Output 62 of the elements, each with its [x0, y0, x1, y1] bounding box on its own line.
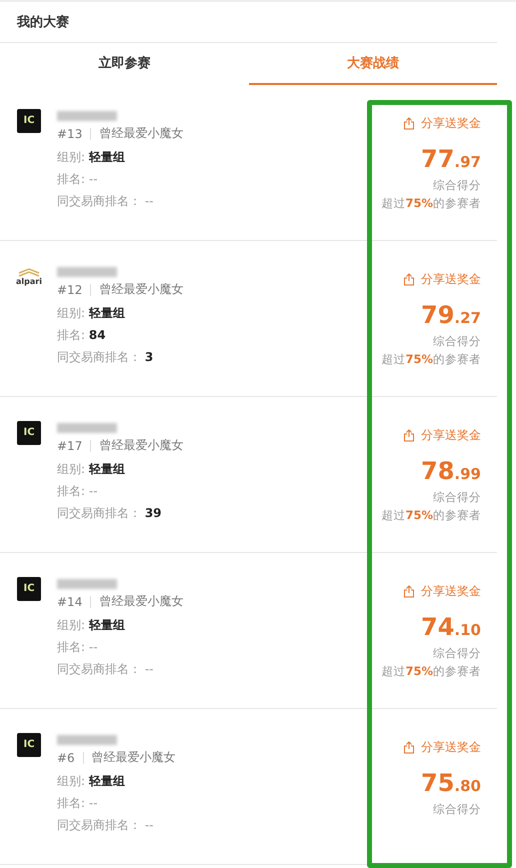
- tab[interactable]: 大赛战绩: [248, 43, 497, 85]
- redacted-name: [57, 579, 117, 589]
- rank-line: 排名: --: [57, 173, 99, 186]
- broker-logo: alpari: [17, 265, 41, 289]
- share-button[interactable]: 分享送奖金: [403, 115, 481, 132]
- broker-rank-line: 同交易商排名： 39: [57, 507, 163, 520]
- broker-rank-line: 同交易商排名： 3: [57, 351, 154, 364]
- percentile-text: 超过75%的参赛者: [381, 664, 481, 679]
- group-line: 组别: 轻量组: [57, 463, 126, 476]
- contest-rank: #6: [57, 750, 75, 764]
- broker-rank-line: 同交易商排名： --: [57, 195, 154, 208]
- share-button[interactable]: 分享送奖金: [403, 271, 481, 288]
- share-button[interactable]: 分享送奖金: [403, 427, 481, 444]
- section-title: 我的大赛: [17, 14, 69, 31]
- percentile-text: 超过75%的参赛者: [381, 508, 481, 523]
- score-label: 综合得分: [433, 802, 481, 817]
- broker-logo: IC: [17, 733, 41, 757]
- share-button[interactable]: 分享送奖金: [403, 583, 481, 600]
- contest-rank: #14: [57, 594, 82, 608]
- redacted-name: [57, 267, 117, 277]
- nickname: 曾经最爱小魔女: [99, 437, 184, 454]
- share-icon: [403, 273, 415, 286]
- share-icon: [403, 585, 415, 598]
- score: 79.27: [421, 302, 481, 331]
- redacted-name: [57, 735, 117, 745]
- score: 78.99: [421, 458, 481, 487]
- score-label: 综合得分: [433, 178, 481, 193]
- broker-logo: IC: [17, 577, 41, 601]
- share-icon: [403, 429, 415, 442]
- contest-rank: #17: [57, 438, 82, 452]
- broker-rank-line: 同交易商排名： --: [57, 663, 154, 676]
- score: 77.97: [421, 146, 481, 175]
- group-line: 组别: 轻量组: [57, 151, 126, 164]
- rank-line: 排名: --: [57, 641, 99, 654]
- score: 74.10: [421, 614, 481, 643]
- nickname: 曾经最爱小魔女: [99, 593, 184, 610]
- share-icon: [403, 741, 415, 754]
- contest-rank: #13: [57, 126, 82, 140]
- score-label: 综合得分: [433, 334, 481, 349]
- share-button[interactable]: 分享送奖金: [403, 739, 481, 756]
- score-label: 综合得分: [433, 490, 481, 505]
- score: 75.80: [421, 770, 481, 799]
- rank-line: 排名: --: [57, 797, 99, 810]
- nickname: 曾经最爱小魔女: [92, 749, 176, 766]
- redacted-name: [57, 423, 117, 433]
- score-label: 综合得分: [433, 646, 481, 661]
- broker-logo: IC: [17, 109, 41, 133]
- group-line: 组别: 轻量组: [57, 619, 126, 632]
- redacted-name: [57, 111, 117, 121]
- percentile-text: 超过75%的参赛者: [381, 196, 481, 211]
- group-line: 组别: 轻量组: [57, 307, 126, 320]
- broker-logo: IC: [17, 421, 41, 445]
- group-line: 组别: 轻量组: [57, 775, 126, 788]
- percentile-text: 超过75%的参赛者: [381, 352, 481, 367]
- rank-line: 排名: --: [57, 485, 99, 498]
- nickname: 曾经最爱小魔女: [99, 125, 184, 142]
- nickname: 曾经最爱小魔女: [99, 281, 184, 298]
- broker-rank-line: 同交易商排名： --: [57, 819, 154, 832]
- contest-rank: #12: [57, 282, 82, 296]
- tab[interactable]: 立即参赛: [0, 43, 248, 85]
- share-icon: [403, 117, 415, 130]
- rank-line: 排名: 84: [57, 329, 107, 342]
